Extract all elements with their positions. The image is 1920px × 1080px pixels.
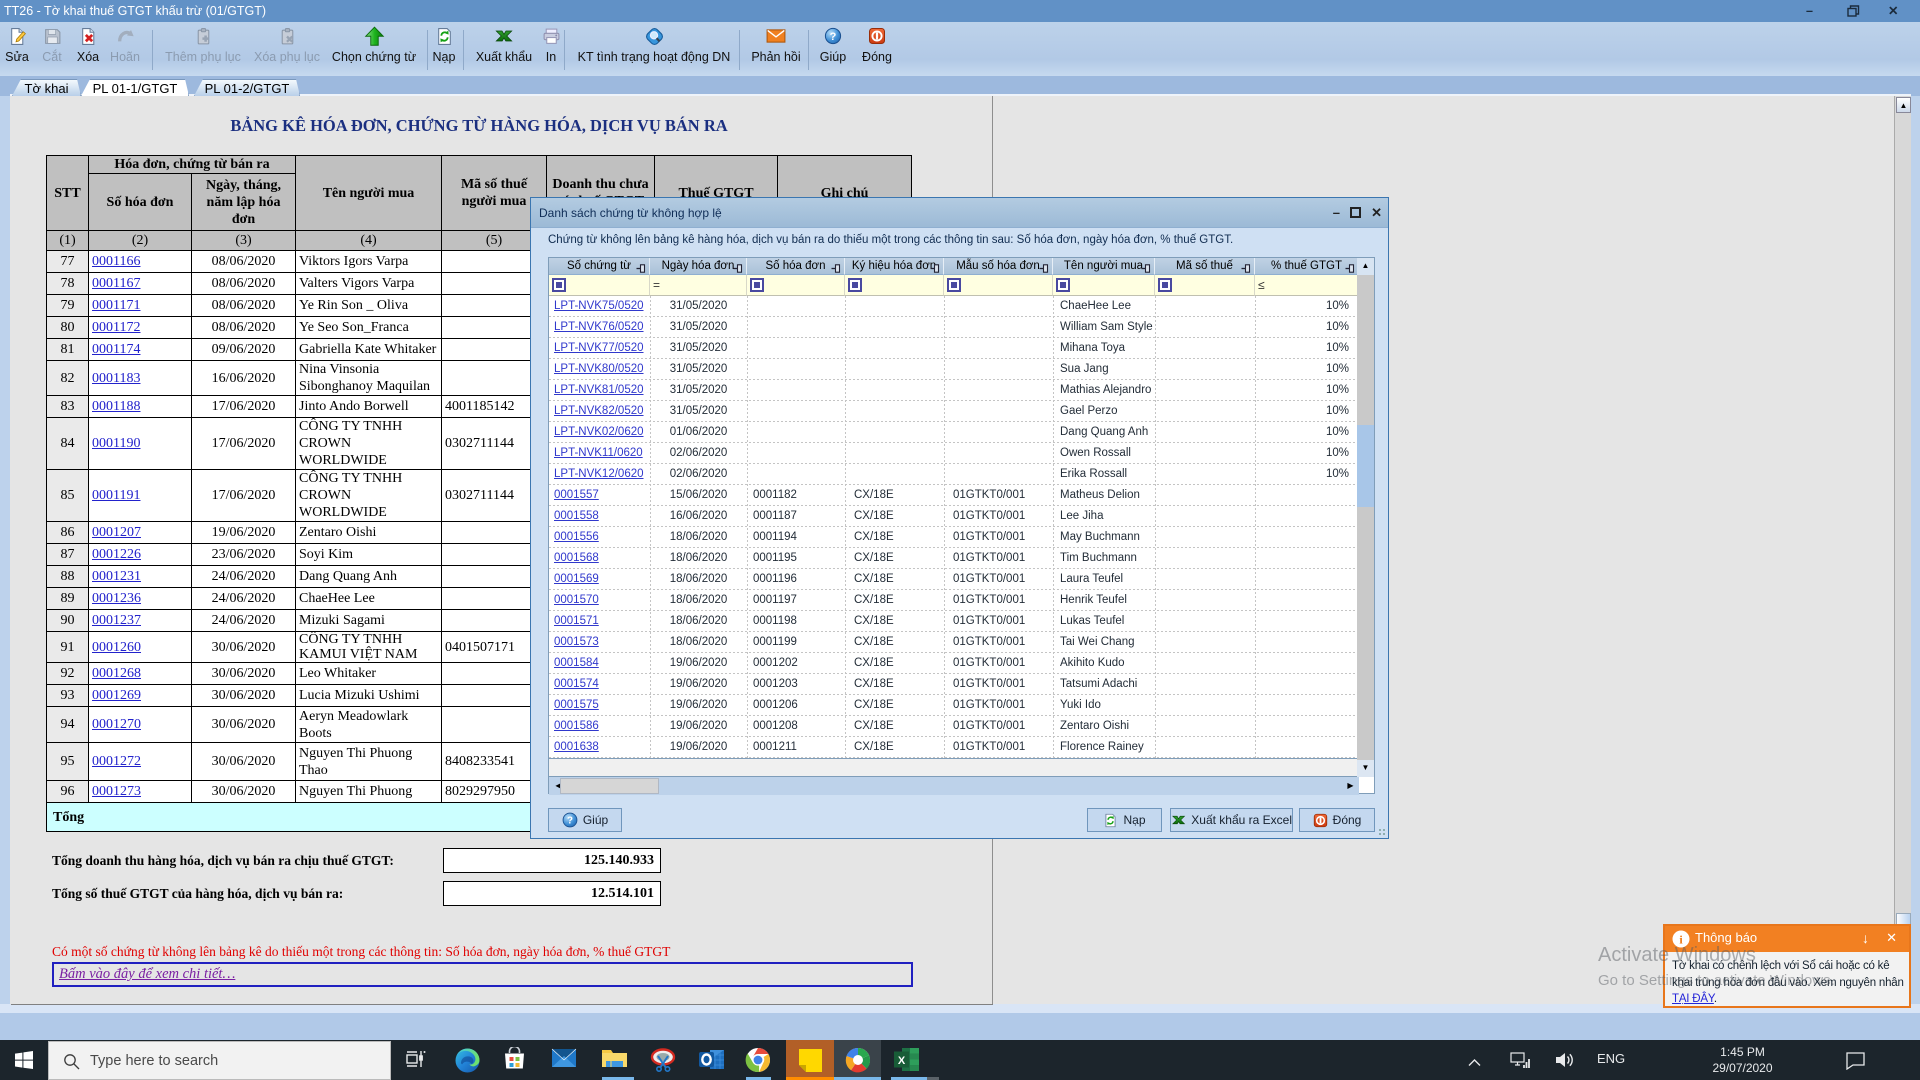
svg-text:X: X: [898, 1055, 906, 1067]
svg-text:?: ?: [830, 31, 837, 43]
svg-text:?: ?: [567, 816, 573, 827]
